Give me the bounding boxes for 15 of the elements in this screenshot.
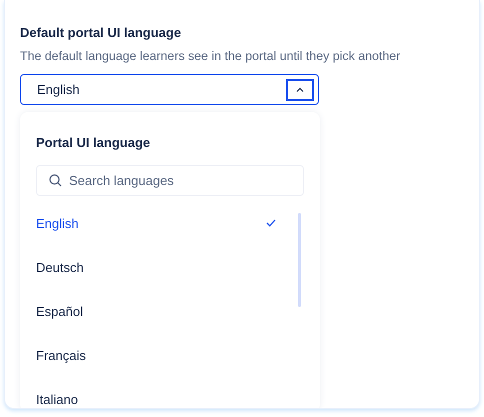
field-label: Default portal UI language [20,25,182,41]
language-option[interactable]: English [36,201,304,245]
toggle-button[interactable] [286,78,314,100]
language-option[interactable]: Italiano [36,377,304,408]
chevron-up-icon [296,87,304,92]
checkmark-icon [266,219,276,227]
language-option[interactable]: Deutsch [36,245,304,289]
dropdown-heading: Portal UI language [36,135,152,151]
language-option[interactable]: Français [36,333,304,377]
language-option[interactable]: Español [36,289,304,333]
selected-value: English [37,82,80,97]
language-select[interactable]: English [20,74,319,105]
scrollbar[interactable] [298,213,301,307]
search-field[interactable]: Search languages [36,165,304,196]
field-description: The default language learners see in the portal until they pick another [20,48,402,64]
